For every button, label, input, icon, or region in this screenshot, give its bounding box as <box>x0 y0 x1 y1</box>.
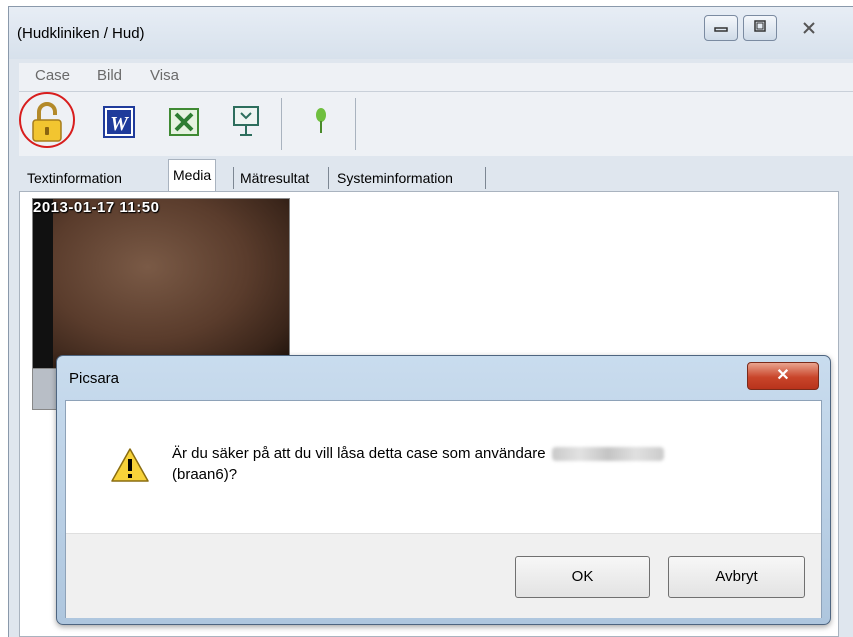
menu-case[interactable]: Case <box>35 67 70 84</box>
dialog-body: Är du säker på att du vill låsa detta ca… <box>65 400 822 618</box>
ok-button[interactable]: OK <box>515 556 650 598</box>
svg-text:W: W <box>110 113 129 135</box>
toolbar-separator <box>281 98 282 150</box>
tab-separator <box>233 167 234 189</box>
skin-photo <box>53 199 289 369</box>
cancel-button[interactable]: Avbryt <box>668 556 805 598</box>
menu-visa[interactable]: Visa <box>150 67 179 84</box>
dialog-message: Är du säker på att du vill låsa detta ca… <box>172 443 772 485</box>
warning-icon <box>111 448 149 482</box>
close-icon: ✕ <box>776 367 790 384</box>
tab-matresultat[interactable]: Mätresultat <box>236 165 313 191</box>
close-icon <box>803 22 815 34</box>
dialog-title: Picsara <box>69 370 120 387</box>
tab-separator <box>485 167 486 189</box>
menu-bild[interactable]: Bild <box>97 67 122 84</box>
tab-systeminformation[interactable]: Systeminformation <box>333 165 457 191</box>
tab-media[interactable]: Media <box>168 159 217 191</box>
menu-bar: Case Bild Visa <box>19 63 853 92</box>
maximize-button[interactable] <box>743 15 777 41</box>
media-thumbnail[interactable]: 2013-01-17 11:50 <box>32 198 290 370</box>
toolbar-separator <box>355 98 356 150</box>
excel-icon <box>169 108 199 136</box>
presentation-button[interactable] <box>226 98 266 146</box>
lock-button[interactable] <box>27 98 67 146</box>
tab-bar: Textinformation Media Mätresultat System… <box>23 159 853 191</box>
title-bar: (Hudkliniken / Hud) <box>9 7 853 59</box>
lock-icon <box>32 102 62 142</box>
pin-icon <box>316 108 326 133</box>
dialog-close-button[interactable]: ✕ <box>747 362 819 390</box>
close-button[interactable] <box>783 15 835 41</box>
dialog-message-line1: Är du säker på att du vill låsa detta ca… <box>172 445 546 462</box>
dialog-message-line2: (braan6)? <box>172 466 238 483</box>
media-timestamp: 2013-01-17 11:50 <box>33 199 160 216</box>
minimize-icon <box>714 27 728 32</box>
excel-export-button[interactable] <box>164 98 204 146</box>
pin-button[interactable] <box>301 98 341 146</box>
redacted-username <box>551 447 664 462</box>
presentation-icon <box>233 106 259 136</box>
word-icon: W <box>103 106 135 138</box>
tab-separator <box>328 167 329 189</box>
window-title: (Hudkliniken / Hud) <box>17 25 145 42</box>
confirm-dialog: Picsara ✕ Är du säker på att du vill lås… <box>56 355 831 625</box>
minimize-button[interactable] <box>704 15 738 41</box>
toolbar: W <box>19 92 853 156</box>
maximize-icon <box>754 20 766 32</box>
tab-textinformation[interactable]: Textinformation <box>23 165 126 191</box>
dialog-footer: OK Avbryt <box>66 533 821 618</box>
word-export-button[interactable]: W <box>99 98 139 146</box>
